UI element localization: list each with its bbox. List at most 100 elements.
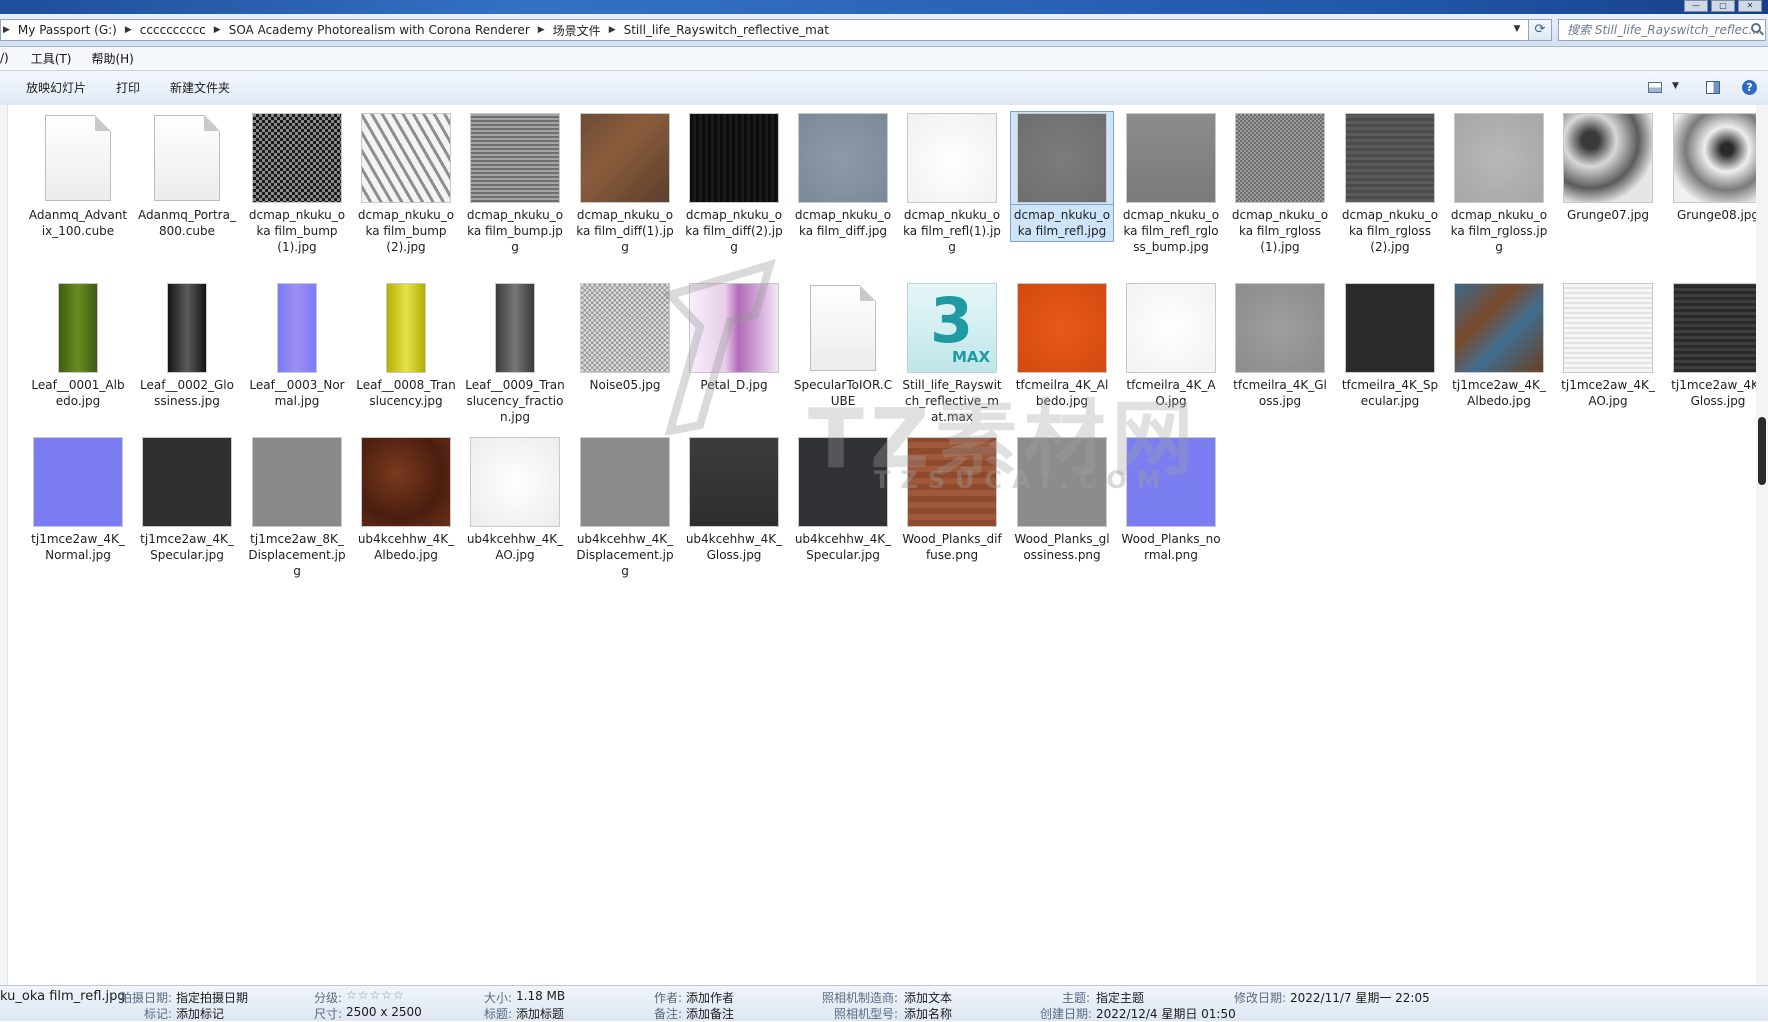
breadcrumb-current[interactable]: Still_life_Rayswitch_reflective_mat: [618, 23, 835, 37]
image-thumbnail: [580, 437, 670, 527]
navigation-pane-edge: [0, 105, 8, 985]
refresh-button[interactable]: ⟳: [1528, 19, 1552, 41]
file-item[interactable]: Noise05.jpg: [573, 281, 677, 395]
chevron-right-icon[interactable]: ▶: [536, 25, 547, 35]
file-item[interactable]: tj1mce2aw_4K_Normal.jpg: [26, 435, 130, 565]
close-button[interactable]: ✕: [1738, 0, 1762, 12]
file-thumbnail-frame: [900, 111, 1004, 205]
file-item[interactable]: dcmap_nkuku_oka film_rgloss(1).jpg: [1228, 111, 1332, 257]
file-thumbnail-frame: [135, 435, 239, 529]
file-name-label: Adanmq_Portra_800.cube: [138, 208, 236, 238]
image-thumbnail: [1017, 283, 1107, 373]
file-list: Adanmq_Advantix_100.cube Adanmq_Portra_80…: [0, 105, 1768, 985]
file-item[interactable]: Adanmq_Advantix_100.cube: [26, 111, 130, 241]
author-value[interactable]: 添加作者: [686, 989, 734, 1006]
breadcrumb-folder-1[interactable]: cccccccccc: [134, 23, 212, 37]
file-item[interactable]: Petal_D.jpg: [682, 281, 786, 395]
file-item[interactable]: Leaf__0001_Albedo.jpg: [26, 281, 130, 411]
file-item[interactable]: dcmap_nkuku_oka film_diff(1).jpg: [573, 111, 677, 257]
file-item[interactable]: ub4kcehhw_4K_Displacement.jpg: [573, 435, 677, 581]
breadcrumb-drive[interactable]: My Passport (G:): [12, 23, 123, 37]
dimensions-label: 尺寸:: [314, 1007, 343, 1021]
file-thumbnail-frame: [1010, 281, 1114, 375]
views-dropdown-icon[interactable]: ▼: [1672, 81, 1679, 91]
camera-maker-value[interactable]: 添加文本: [904, 989, 952, 1006]
file-thumbnail-frame: [1447, 111, 1551, 205]
print-button[interactable]: 打印: [116, 71, 140, 105]
search-input[interactable]: 搜索 Still_life_Rayswitch_reflec...: [1558, 19, 1766, 41]
rating-stars[interactable]: ☆☆☆☆☆: [346, 988, 405, 1002]
image-thumbnail: [58, 283, 98, 373]
file-item[interactable]: tj1mce2aw_4K_Specular.jpg: [135, 435, 239, 565]
file-item[interactable]: dcmap_nkuku_oka film_refl_rgloss_bump.jp…: [1119, 111, 1223, 257]
file-thumbnail-frame: [1338, 281, 1442, 375]
file-name-label: Wood_Planks_diffuse.png: [902, 532, 1002, 562]
image-thumbnail: [580, 283, 670, 373]
breadcrumb-folder-2[interactable]: SOA Academy Photorealism with Corona Ren…: [223, 23, 536, 37]
help-icon[interactable]: ?: [1742, 80, 1757, 95]
file-item[interactable]: tfcmeilra_4K_Gloss.jpg: [1228, 281, 1332, 411]
file-name-label: ub4kcehhw_4K_Displacement.jpg: [576, 532, 674, 578]
image-thumbnail: [167, 283, 207, 373]
menu-tools[interactable]: 工具(T): [19, 50, 82, 67]
search-icon[interactable]: [1751, 23, 1761, 33]
subject-value[interactable]: 指定主题: [1096, 989, 1144, 1006]
file-name-label: tj1mce2aw_4K_Specular.jpg: [140, 532, 234, 562]
chevron-right-icon[interactable]: ▶: [1, 25, 12, 35]
3dsmax-icon: 3 MAX: [907, 283, 997, 373]
tags-value[interactable]: 添加标记: [176, 1005, 224, 1022]
file-name-label: Leaf__0003_Normal.jpg: [249, 378, 345, 408]
file-item[interactable]: Leaf__0003_Normal.jpg: [245, 281, 349, 411]
file-item[interactable]: dcmap_nkuku_oka film_rgloss.jpg: [1447, 111, 1551, 257]
minimize-button[interactable]: —: [1684, 0, 1708, 12]
file-item[interactable]: tj1mce2aw_4K_AO.jpg: [1556, 281, 1660, 411]
file-item[interactable]: dcmap_nkuku_oka film_rgloss(2).jpg: [1338, 111, 1442, 257]
file-item[interactable]: dcmap_nkuku_oka film_diff.jpg: [791, 111, 895, 241]
file-item[interactable]: dcmap_nkuku_oka film_bump.jpg: [463, 111, 567, 257]
file-item[interactable]: tj1mce2aw_4K_Gloss.jpg: [1666, 281, 1768, 411]
file-name-label: tj1mce2aw_8K_Displacement.jpg: [248, 532, 346, 578]
image-thumbnail: [689, 283, 779, 373]
file-item[interactable]: dcmap_nkuku_oka film_bump(1).jpg: [245, 111, 349, 257]
file-item[interactable]: tj1mce2aw_8K_Displacement.jpg: [245, 435, 349, 581]
preview-pane-icon[interactable]: [1706, 81, 1720, 94]
vertical-scrollbar[interactable]: [1756, 105, 1768, 985]
comment-value[interactable]: 添加备注: [686, 1005, 734, 1022]
breadcrumb[interactable]: ▶ My Passport (G:) ▶ cccccccccc ▶ SOA Ac…: [0, 19, 1536, 41]
file-item[interactable]: Adanmq_Portra_800.cube: [135, 111, 239, 241]
image-thumbnail: [142, 437, 232, 527]
file-item[interactable]: tj1mce2aw_4K_Albedo.jpg: [1447, 281, 1551, 411]
file-item[interactable]: dcmap_nkuku_oka film_refl(1).jpg: [900, 111, 1004, 257]
file-item[interactable]: dcmap_nkuku_oka film_bump(2).jpg: [354, 111, 458, 257]
chevron-right-icon[interactable]: ▶: [123, 25, 134, 35]
file-item[interactable]: ub4kcehhw_4K_Gloss.jpg: [682, 435, 786, 565]
change-view-icon[interactable]: [1648, 82, 1662, 93]
date-taken-value[interactable]: 指定拍摄日期: [176, 989, 248, 1006]
breadcrumb-folder-3[interactable]: 场景文件: [547, 22, 607, 39]
title-value[interactable]: 添加标题: [516, 1005, 564, 1022]
file-name-label: tj1mce2aw_4K_AO.jpg: [1561, 378, 1655, 408]
image-thumbnail: [361, 437, 451, 527]
file-item[interactable]: tfcmeilra_4K_Specular.jpg: [1338, 281, 1442, 411]
menu-help[interactable]: 帮助(H): [81, 50, 143, 67]
file-item[interactable]: ub4kcehhw_4K_AO.jpg: [463, 435, 567, 565]
file-item[interactable]: Grunge08.jpg: [1666, 111, 1768, 225]
address-bar: ▶ My Passport (G:) ▶ cccccccccc ▶ SOA Ac…: [0, 14, 1768, 47]
maximize-button[interactable]: □: [1711, 0, 1735, 12]
file-item[interactable]: Leaf__0002_Glossiness.jpg: [135, 281, 239, 411]
new-folder-button[interactable]: 新建文件夹: [170, 71, 230, 105]
file-thumbnail-frame: [573, 111, 677, 205]
file-item[interactable]: Grunge07.jpg: [1556, 111, 1660, 225]
chevron-right-icon[interactable]: ▶: [607, 25, 618, 35]
file-item[interactable]: Leaf__0008_Translucency.jpg: [354, 281, 458, 411]
chevron-right-icon[interactable]: ▶: [212, 25, 223, 35]
address-dropdown-icon[interactable]: ▼: [1510, 20, 1524, 38]
scrollbar-thumb[interactable]: [1758, 417, 1766, 485]
file-item[interactable]: dcmap_nkuku_oka film_diff(2).jpg: [682, 111, 786, 257]
menu-help-cut[interactable]: /): [0, 51, 19, 65]
slideshow-button[interactable]: 放映幻灯片: [26, 71, 86, 105]
file-item[interactable]: dcmap_nkuku_oka film_refl.jpg: [1010, 111, 1114, 242]
file-item[interactable]: Leaf__0009_Translucency_fraction.jpg: [463, 281, 567, 427]
file-item[interactable]: ub4kcehhw_4K_Albedo.jpg: [354, 435, 458, 565]
camera-model-value[interactable]: 添加名称: [904, 1005, 952, 1022]
